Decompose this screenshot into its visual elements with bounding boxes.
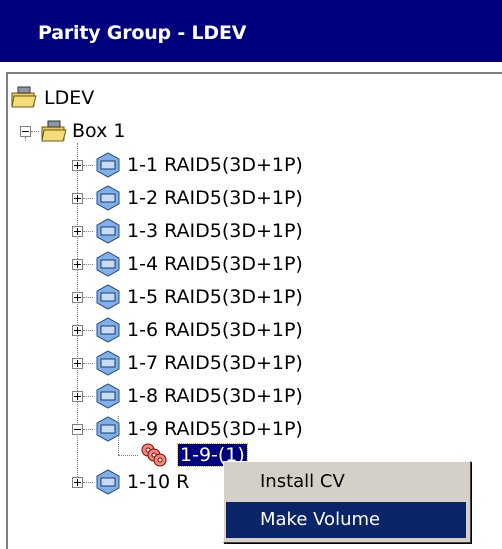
tree-node-group[interactable]: 1-7 RAID5(3D+1P)	[95, 350, 303, 376]
tree-node-label: 1-4 RAID5(3D+1P)	[127, 253, 303, 275]
parity-group-icon	[95, 152, 121, 178]
tree-node-group[interactable]: 1-3 RAID5(3D+1P)	[95, 218, 303, 244]
expand-toggle-group[interactable]	[72, 391, 83, 402]
tree-node-group[interactable]: 1-6 RAID5(3D+1P)	[95, 317, 303, 343]
tree-node-group[interactable]: 1-5 RAID5(3D+1P)	[95, 284, 303, 310]
tree-node-group[interactable]: 1-4 RAID5(3D+1P)	[95, 251, 303, 277]
tree-node-label: 1-6 RAID5(3D+1P)	[127, 319, 303, 341]
tree-connector	[83, 330, 93, 332]
tree-node-label: 1-7 RAID5(3D+1P)	[127, 352, 303, 374]
expand-toggle-group[interactable]	[72, 358, 83, 369]
parity-group-icon	[95, 251, 121, 277]
expand-toggle-group[interactable]	[72, 193, 83, 204]
expand-toggle-group[interactable]	[72, 226, 83, 237]
tree-connector	[83, 396, 93, 398]
context-menu: Install CV Make Volume	[223, 461, 471, 543]
tree-node-group[interactable]: 1-1 RAID5(3D+1P)	[95, 152, 303, 178]
menu-item-install-cv[interactable]: Install CV	[226, 464, 466, 500]
tree-connector	[118, 455, 138, 457]
tree-connector	[83, 297, 93, 299]
tree-node-group[interactable]: 1-2 RAID5(3D+1P)	[95, 185, 303, 211]
tree-connector	[83, 198, 93, 200]
tree-connector	[83, 363, 93, 365]
parity-group-icon	[95, 185, 121, 211]
expand-toggle-group[interactable]	[72, 292, 83, 303]
tree-connector	[83, 482, 93, 484]
expand-toggle-1-10[interactable]	[72, 477, 83, 488]
box-folder-icon	[40, 120, 67, 142]
expand-toggle-group[interactable]	[72, 160, 83, 171]
tree-node-group[interactable]: 1-9 RAID5(3D+1P)	[95, 416, 303, 442]
tree-connector	[83, 231, 93, 233]
parity-group-icon	[95, 383, 121, 409]
tree-node-box-1[interactable]: Box 1	[40, 118, 125, 144]
tree-connector	[83, 264, 93, 266]
tree-node-label: 1-9 RAID5(3D+1P)	[127, 418, 303, 440]
tree-node-group[interactable]: 1-8 RAID5(3D+1P)	[95, 383, 303, 409]
parity-group-icon	[95, 469, 121, 495]
menu-item-make-volume[interactable]: Make Volume	[226, 502, 466, 538]
tree-node-ldev[interactable]: LDEV	[10, 85, 94, 111]
ldev-folder-icon	[10, 86, 38, 110]
collapse-toggle-group[interactable]	[72, 424, 83, 435]
parity-group-icon	[95, 284, 121, 310]
volume-stack-icon	[138, 442, 174, 468]
tree-node-label: LDEV	[44, 87, 95, 109]
tree-connector	[83, 165, 93, 167]
panel-title: Parity Group - LDEV	[38, 22, 247, 44]
tree-node-group-1-10[interactable]: 1-10 R	[95, 469, 189, 495]
parity-group-icon	[95, 317, 121, 343]
panel-header: Parity Group - LDEV	[0, 0, 502, 62]
tree-connector	[118, 416, 120, 455]
parity-group-icon	[95, 218, 121, 244]
tree-node-label: 1-10 R	[127, 471, 190, 493]
tree-node-label: 1-3 RAID5(3D+1P)	[127, 220, 303, 242]
parity-group-icon	[95, 350, 121, 376]
tree-node-label: Box 1	[72, 120, 126, 142]
tree-connector	[31, 131, 39, 133]
tree-node-label: 1-1 RAID5(3D+1P)	[127, 154, 303, 176]
expand-toggle-group[interactable]	[72, 325, 83, 336]
tree-connector	[25, 137, 27, 141]
tree-node-label: 1-2 RAID5(3D+1P)	[127, 187, 303, 209]
expand-toggle-group[interactable]	[72, 259, 83, 270]
tree-node-label: 1-5 RAID5(3D+1P)	[127, 286, 303, 308]
collapse-toggle-box-1[interactable]	[20, 126, 31, 137]
tree-node-label: 1-8 RAID5(3D+1P)	[127, 385, 303, 407]
tree-connector	[83, 429, 93, 431]
